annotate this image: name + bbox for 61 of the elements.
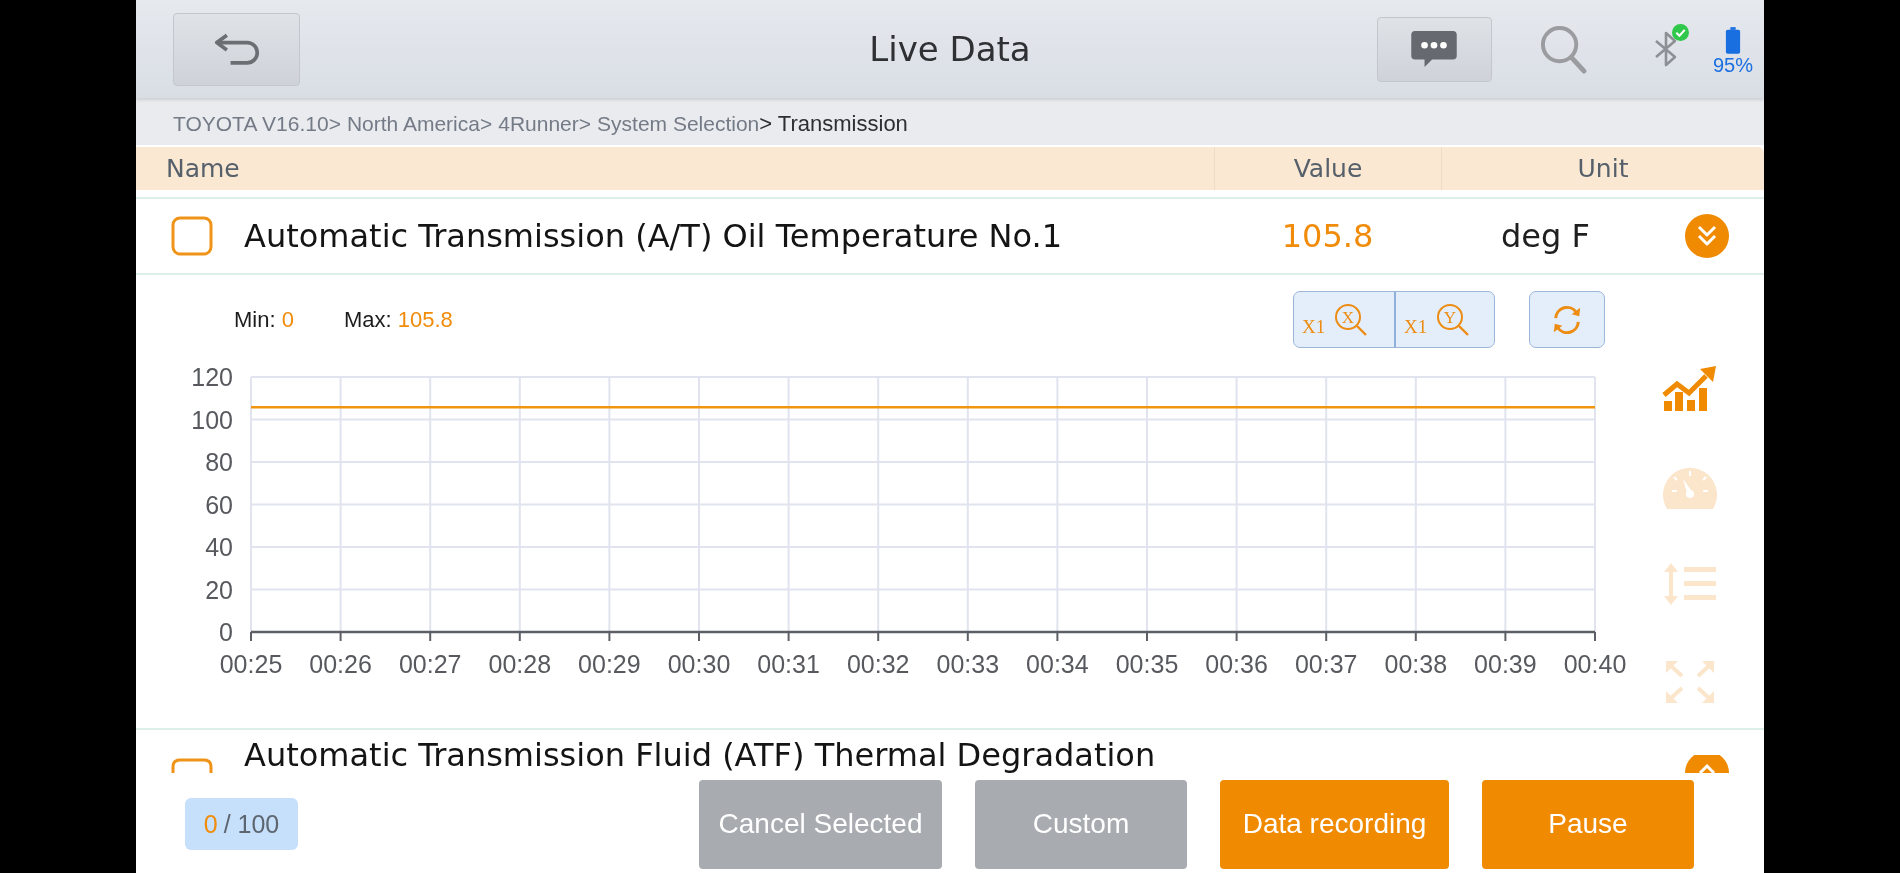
max-reading: Max: 105.8 — [343, 306, 453, 333]
x-tick-label: 00:27 — [398, 650, 462, 678]
y-tick-label: 0 — [219, 618, 233, 646]
breadcrumb-link[interactable]: TOYOTA V16.10> — [173, 111, 341, 136]
message-button[interactable] — [1376, 16, 1492, 82]
breadcrumb-link[interactable]: North America> — [346, 111, 493, 136]
trend-chart-icon[interactable] — [1662, 365, 1718, 411]
x-tick-label: 00:37 — [1294, 650, 1358, 678]
y-tick-label: 120 — [191, 363, 233, 391]
action-button[interactable]: Pause — [1482, 779, 1694, 869]
parameter-name: Automatic Transmission (A/T) Oil Temperature No.1 — [244, 218, 1063, 254]
x-tick-label: 00:29 — [578, 650, 641, 678]
y-tick-label: 80 — [205, 448, 233, 476]
y-tick-label: 60 — [205, 490, 233, 519]
x-tick-label: 00:32 — [846, 650, 910, 678]
battery-icon — [1725, 26, 1741, 54]
x-tick-label: 00:40 — [1563, 650, 1627, 678]
search-icon[interactable] — [1538, 23, 1588, 75]
parameter-value: 105.8 — [1281, 217, 1374, 255]
page-title: Live Data — [869, 29, 1031, 69]
back-arrow-icon — [213, 33, 260, 65]
collapse-icon[interactable] — [1685, 214, 1729, 258]
column-header: Name — [165, 153, 241, 185]
zoom-button[interactable]: X1 X — [1294, 292, 1394, 347]
action-button[interactable]: Cancel Selected — [699, 779, 942, 869]
min-reading: Min: 0 — [234, 306, 294, 333]
x-tick-label: 00:35 — [1115, 650, 1179, 678]
chat-bubble-icon — [1411, 31, 1458, 67]
refresh-button[interactable] — [1529, 291, 1605, 348]
breadcrumb-link[interactable]: 4Runner> — [498, 111, 592, 136]
y-tick-label: 100 — [191, 405, 233, 434]
column-header: Unit — [1441, 147, 1764, 190]
zoom-button[interactable]: X1 Y — [1394, 292, 1494, 347]
battery-percentage: 95% — [1712, 53, 1753, 76]
breadcrumb-link[interactable]: > Transmission — [759, 110, 908, 137]
selected-count: 0 — [203, 809, 218, 839]
checkbox[interactable] — [171, 758, 213, 773]
x-tick-label: 00:31 — [757, 650, 820, 678]
x-tick-label: 00:33 — [936, 650, 1000, 678]
action-button[interactable]: Data recording — [1220, 779, 1449, 869]
parameter-name: Automatic Transmission Fluid (ATF) Thermal Degradation — [244, 737, 1156, 773]
x-tick-label: 00:34 — [1026, 650, 1089, 678]
column-header: Value — [1214, 147, 1441, 190]
y-tick-label: 20 — [205, 575, 233, 604]
x-tick-label: 00:26 — [309, 650, 372, 678]
x-tick-label: 00:36 — [1205, 650, 1268, 678]
checkbox[interactable] — [171, 216, 213, 256]
refresh-icon — [1551, 303, 1583, 336]
x-tick-label: 00:30 — [667, 650, 731, 678]
selection-limit: / 100 — [223, 809, 280, 839]
expand-icon[interactable] — [1685, 755, 1729, 773]
back-button[interactable] — [173, 12, 300, 86]
breadcrumb-link[interactable]: System Selection — [597, 111, 760, 136]
x-tick-label: 00:28 — [488, 650, 552, 678]
x-tick-label: 00:39 — [1474, 650, 1537, 678]
line-spacing-icon[interactable] — [1662, 561, 1718, 607]
x-tick-label: 00:25 — [219, 650, 283, 678]
action-button[interactable]: Custom — [975, 779, 1187, 869]
y-tick-label: 40 — [205, 533, 233, 561]
parameter-unit: deg F — [1501, 217, 1590, 255]
x-tick-label: 00:38 — [1384, 650, 1448, 678]
